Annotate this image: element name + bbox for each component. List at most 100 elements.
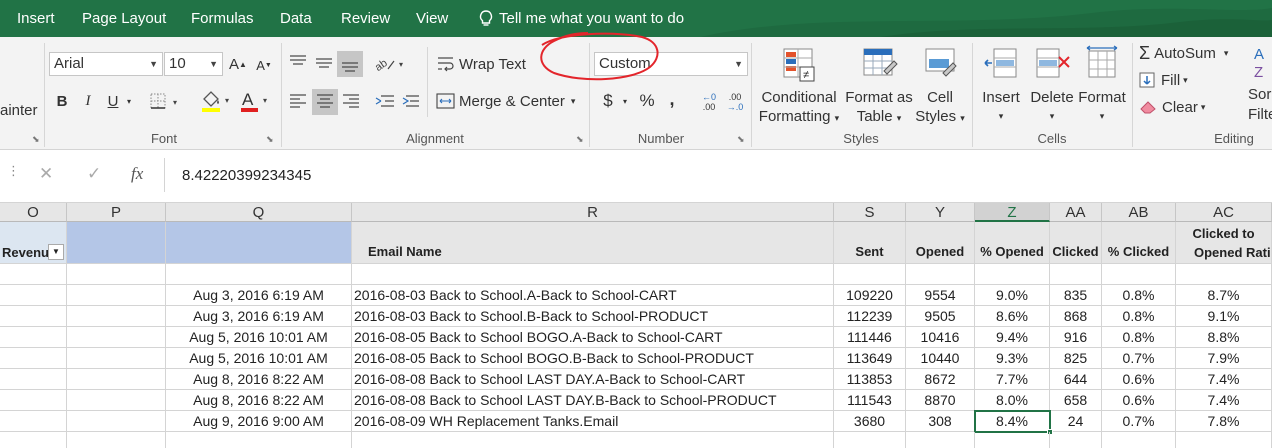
pct-opened-cell[interactable]: 9.3% <box>975 348 1050 369</box>
blank-cell[interactable] <box>0 411 67 432</box>
email-name-cell[interactable]: 2016-08-03 Back to School.A-Back to Scho… <box>352 285 834 306</box>
blank-cell[interactable] <box>67 432 166 448</box>
column-header-Q[interactable]: Q <box>166 203 352 222</box>
tab-insert[interactable]: Insert <box>17 0 55 37</box>
tab-data[interactable]: Data <box>280 0 312 37</box>
ratio-cell[interactable]: 7.8% <box>1176 411 1272 432</box>
opened-cell[interactable]: 308 <box>906 411 975 432</box>
header-cell-P[interactable] <box>67 222 166 264</box>
orientation-button[interactable]: ab ▾ <box>372 53 408 75</box>
blank-cell[interactable] <box>834 264 906 285</box>
merge-center-button[interactable]: Merge & Center ▾ <box>436 90 586 112</box>
blank-cell[interactable] <box>0 348 67 369</box>
decrease-font-button[interactable]: A ▼ <box>255 56 273 74</box>
date-cell[interactable]: Aug 8, 2016 8:22 AM <box>166 390 352 411</box>
blank-cell[interactable] <box>352 264 834 285</box>
column-header-Z[interactable]: Z <box>975 203 1050 222</box>
cell-styles-button[interactable]: Cell Styles ▾ <box>913 45 967 128</box>
clicked-header[interactable]: Clicked <box>1050 222 1102 264</box>
pct-opened-cell[interactable]: 8.4% <box>975 411 1050 432</box>
alignment-launcher-icon[interactable]: ⬊ <box>576 134 586 144</box>
insert-function-icon[interactable]: fx <box>131 164 143 184</box>
blank-cell[interactable] <box>0 264 67 285</box>
opened-cell[interactable]: 10416 <box>906 327 975 348</box>
blank-cell[interactable] <box>352 432 834 448</box>
column-header-Y[interactable]: Y <box>906 203 975 222</box>
blank-cell[interactable] <box>67 327 166 348</box>
blank-cell[interactable] <box>975 264 1050 285</box>
blank-cell[interactable] <box>1102 432 1176 448</box>
blank-cell[interactable] <box>975 432 1050 448</box>
sort-filter-button[interactable]: A Z <box>1248 43 1272 87</box>
blank-cell[interactable] <box>67 264 166 285</box>
pct-clicked-cell[interactable]: 0.8% <box>1102 306 1176 327</box>
blank-cell[interactable] <box>0 369 67 390</box>
clicked-cell[interactable]: 825 <box>1050 348 1102 369</box>
underline-button[interactable]: U <box>104 91 122 111</box>
currency-button[interactable]: $ <box>599 90 617 112</box>
pct-clicked-header[interactable]: % Clicked <box>1102 222 1176 264</box>
pct-opened-cell[interactable]: 9.0% <box>975 285 1050 306</box>
opened-cell[interactable]: 8870 <box>906 390 975 411</box>
clicked-opened-ratio-header[interactable]: Clicked to Opened Ratio <box>1176 222 1272 264</box>
column-header-R[interactable]: R <box>352 203 834 222</box>
opened-cell[interactable]: 8672 <box>906 369 975 390</box>
pct-clicked-cell[interactable]: 0.8% <box>1102 285 1176 306</box>
clicked-cell[interactable]: 24 <box>1050 411 1102 432</box>
column-header-O[interactable]: O <box>0 203 67 222</box>
tab-page-layout[interactable]: Page Layout <box>82 0 166 37</box>
ratio-cell[interactable]: 8.8% <box>1176 327 1272 348</box>
email-name-header[interactable]: Email Name <box>352 222 834 264</box>
sent-header[interactable]: Sent <box>834 222 906 264</box>
pct-opened-cell[interactable]: 9.4% <box>975 327 1050 348</box>
sent-cell[interactable]: 113649 <box>834 348 906 369</box>
blank-cell[interactable] <box>834 432 906 448</box>
pct-clicked-cell[interactable]: 0.6% <box>1102 369 1176 390</box>
column-header-AB[interactable]: AB <box>1102 203 1176 222</box>
font-color-button[interactable]: A ▾ <box>239 89 273 113</box>
opened-cell[interactable]: 9554 <box>906 285 975 306</box>
column-header-AA[interactable]: AA <box>1050 203 1102 222</box>
fill-button[interactable]: Fill ▾ <box>1139 70 1219 90</box>
comma-style-button[interactable]: , <box>666 88 678 110</box>
indent-buttons[interactable] <box>372 89 428 115</box>
formula-input[interactable]: 8.42220399234345 <box>182 167 311 184</box>
clicked-cell[interactable]: 644 <box>1050 369 1102 390</box>
ratio-cell[interactable]: 7.4% <box>1176 369 1272 390</box>
format-cells-button[interactable]: Format ▾ <box>1077 45 1127 126</box>
clicked-cell[interactable]: 916 <box>1050 327 1102 348</box>
blank-cell[interactable] <box>67 411 166 432</box>
ratio-cell[interactable]: 9.1% <box>1176 306 1272 327</box>
bold-button[interactable]: B <box>53 91 71 111</box>
blank-cell[interactable] <box>67 306 166 327</box>
blank-cell[interactable] <box>906 264 975 285</box>
ratio-cell[interactable]: 7.4% <box>1176 390 1272 411</box>
blank-cell[interactable] <box>0 285 67 306</box>
clicked-cell[interactable]: 835 <box>1050 285 1102 306</box>
grip-handle-icon[interactable]: ⋮ <box>7 164 20 177</box>
enter-icon[interactable]: ✓ <box>87 164 101 184</box>
column-header-S[interactable]: S <box>834 203 906 222</box>
increase-decimal-button[interactable]: ←0.00 <box>697 90 721 114</box>
autosum-button[interactable]: Σ AutoSum ▾ <box>1139 43 1243 63</box>
blank-cell[interactable] <box>67 369 166 390</box>
sent-cell[interactable]: 113853 <box>834 369 906 390</box>
blank-cell[interactable] <box>67 285 166 306</box>
column-header-P[interactable]: P <box>67 203 166 222</box>
pct-opened-cell[interactable]: 8.0% <box>975 390 1050 411</box>
date-cell[interactable]: Aug 5, 2016 10:01 AM <box>166 327 352 348</box>
sent-cell[interactable]: 3680 <box>834 411 906 432</box>
vertical-align-buttons[interactable] <box>285 50 365 78</box>
blank-cell[interactable] <box>906 432 975 448</box>
blank-cell[interactable] <box>1102 264 1176 285</box>
email-name-cell[interactable]: 2016-08-03 Back to School.B-Back to Scho… <box>352 306 834 327</box>
date-cell[interactable]: Aug 9, 2016 9:00 AM <box>166 411 352 432</box>
pct-clicked-cell[interactable]: 0.8% <box>1102 327 1176 348</box>
opened-cell[interactable]: 10440 <box>906 348 975 369</box>
pct-clicked-cell[interactable]: 0.6% <box>1102 390 1176 411</box>
increase-font-button[interactable]: A ▲ <box>229 54 247 74</box>
ratio-cell[interactable]: 7.9% <box>1176 348 1272 369</box>
header-revenue-cell[interactable]: Revenu ▼ <box>0 222 67 264</box>
tab-review[interactable]: Review <box>341 0 390 37</box>
column-header-AC[interactable]: AC <box>1176 203 1272 222</box>
